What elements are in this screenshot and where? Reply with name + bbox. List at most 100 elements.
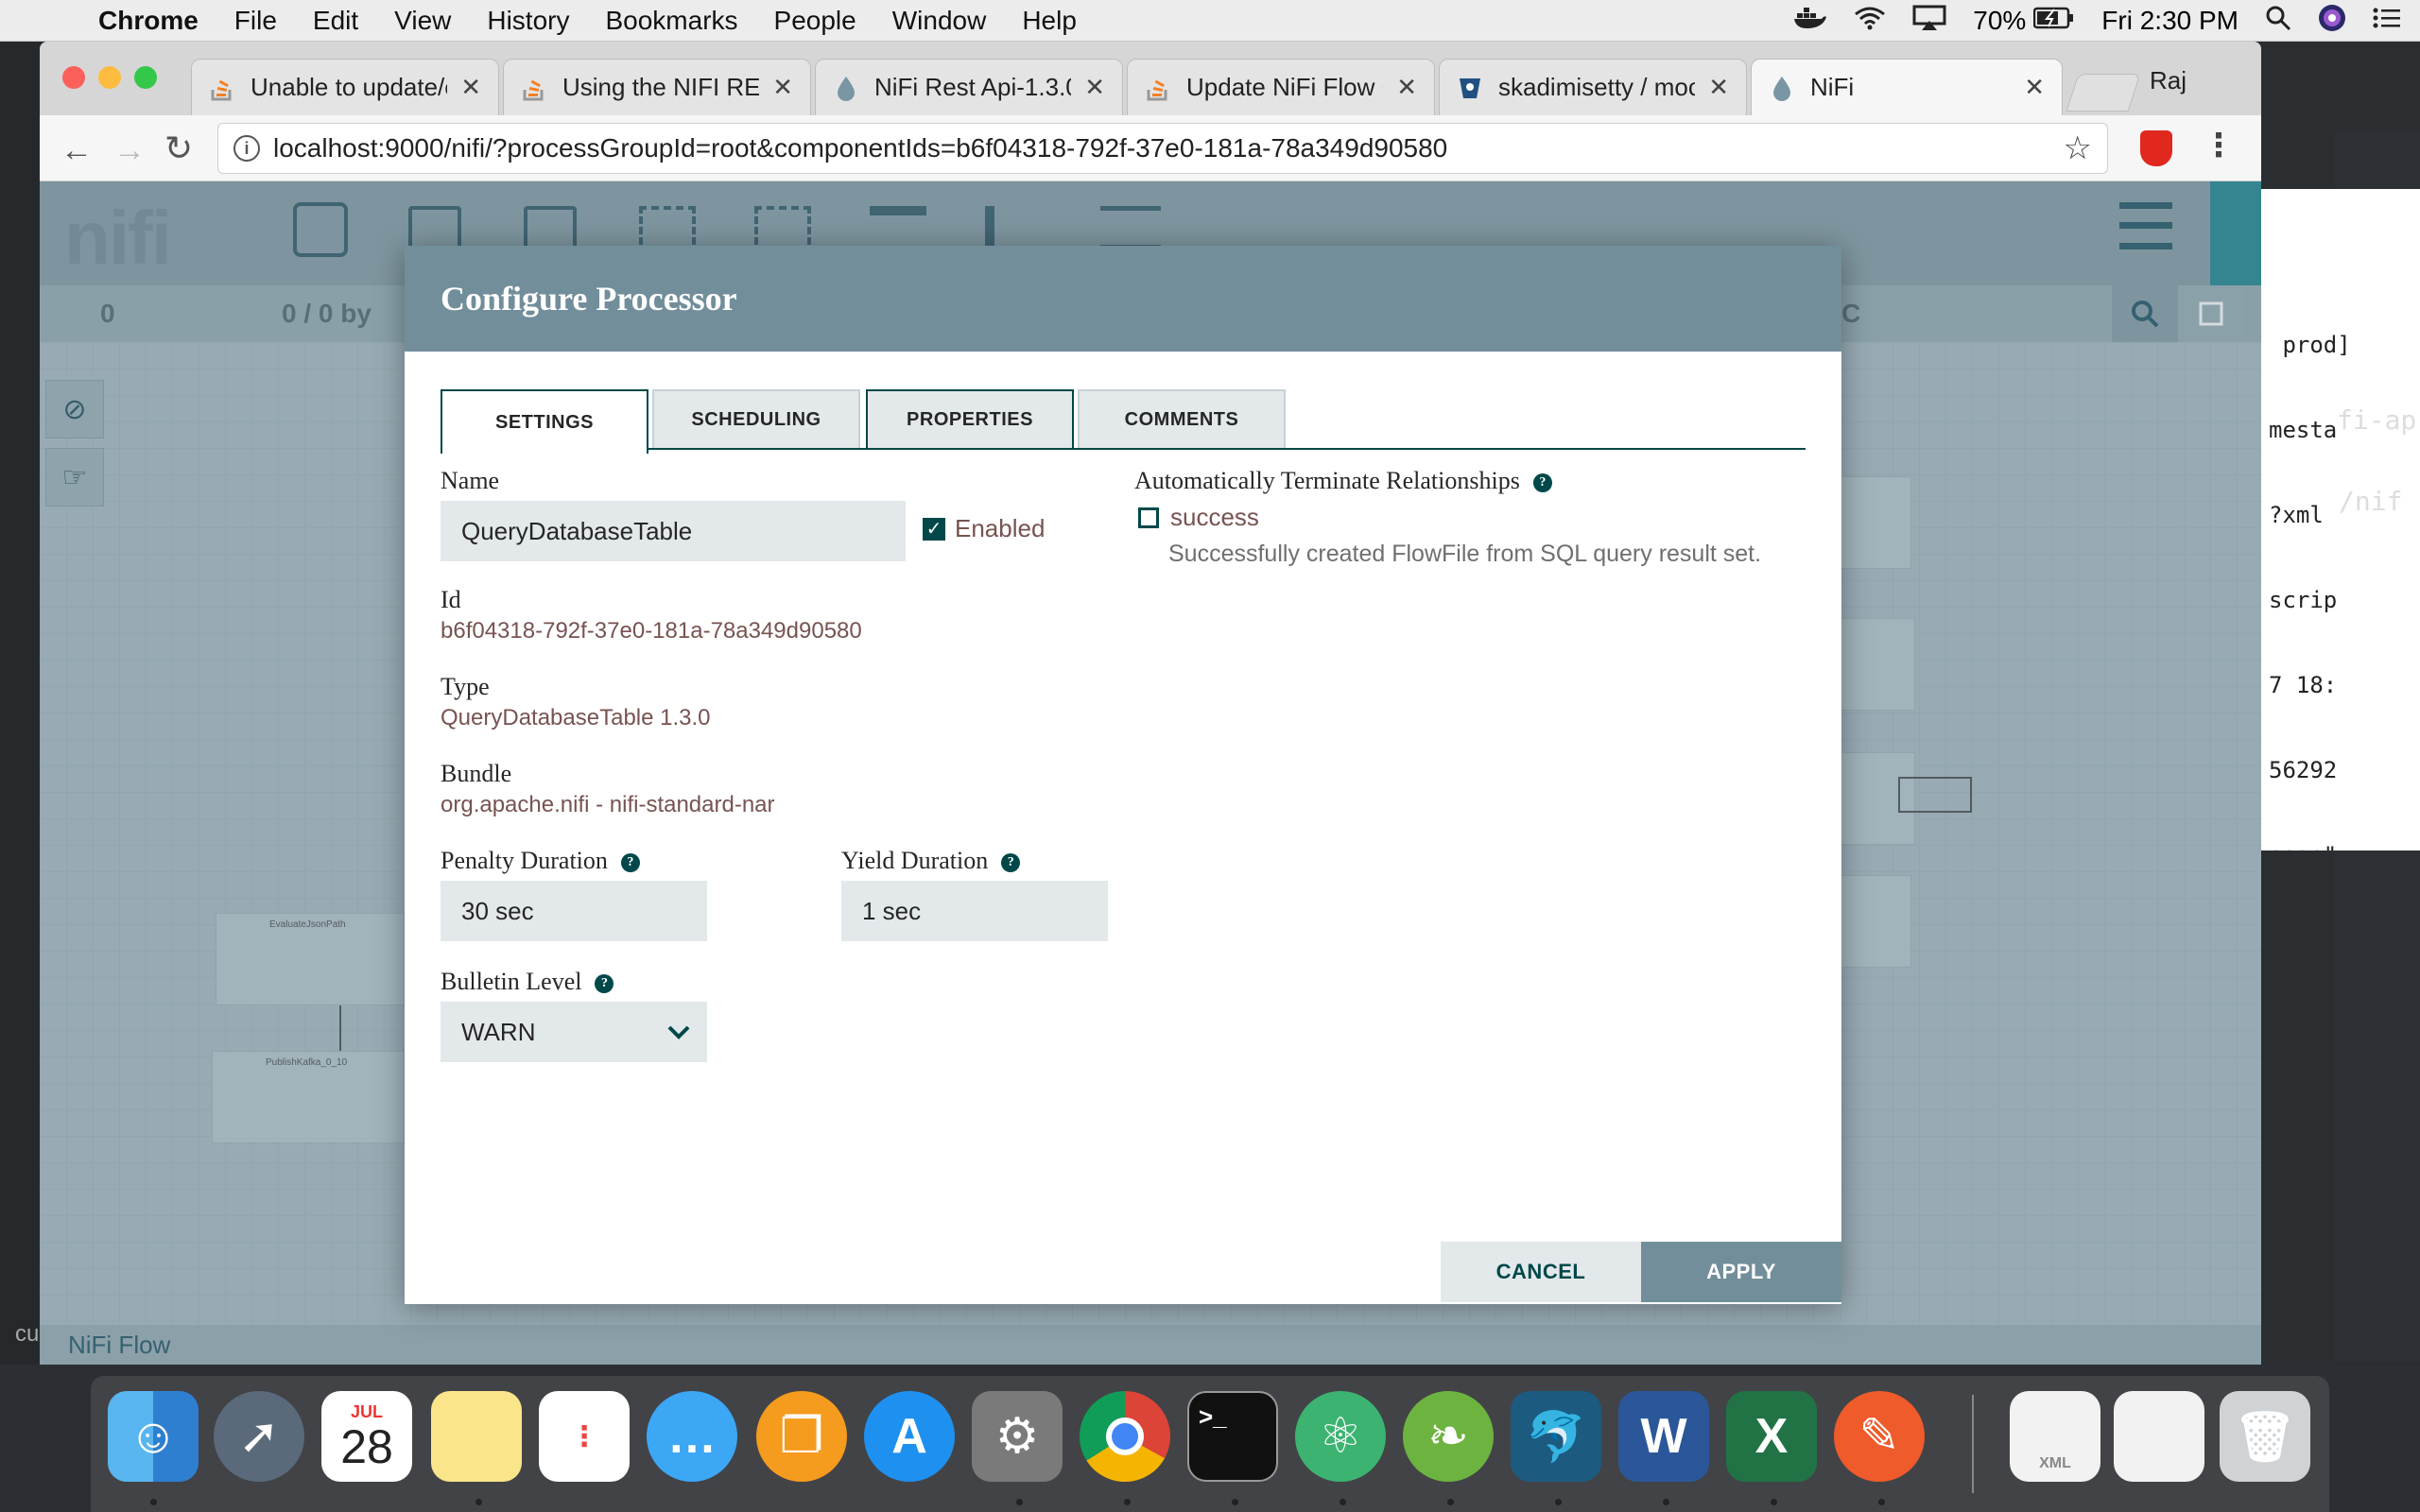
spring-icon[interactable]: ❧ (1403, 1391, 1494, 1482)
chrome-menu-icon[interactable]: ⋮ (2203, 127, 2235, 164)
running-indicator (1555, 1499, 1562, 1505)
chevron-down-icon (667, 1025, 690, 1040)
menu-help[interactable]: Help (1022, 6, 1077, 36)
terminal-line: prod] (2269, 332, 2351, 358)
excel-icon[interactable]: X (1726, 1391, 1817, 1482)
tab-comments[interactable]: COMMENTS (1078, 389, 1286, 450)
tab-close-icon[interactable]: ✕ (772, 73, 793, 102)
help-icon[interactable]: ? (595, 974, 614, 994)
browser-tab[interactable]: NiFi Rest Api-1.3.0 ✕ (815, 59, 1123, 115)
browser-tab-active[interactable]: NiFi ✕ (1751, 59, 2063, 115)
window-zoom-button[interactable] (134, 66, 157, 89)
atom-icon[interactable]: ⚛ (1295, 1391, 1386, 1482)
window-minimize-button[interactable] (98, 66, 121, 89)
menu-extras: 70% Fri 2:30 PM (1793, 0, 2401, 42)
menu-app-name[interactable]: Chrome (98, 6, 199, 36)
tab-close-icon[interactable]: ✕ (460, 73, 481, 102)
nifi-drop-icon (833, 75, 859, 101)
running-indicator (475, 1499, 482, 1505)
tab-close-icon[interactable]: ✕ (2024, 73, 2045, 102)
notes-icon[interactable] (431, 1391, 522, 1482)
enabled-checkbox-row[interactable]: ✓ Enabled (923, 514, 1045, 543)
browser-tab[interactable]: Using the NIFI REST ✕ (503, 59, 811, 115)
tab-properties[interactable]: PROPERTIES (866, 389, 1074, 450)
yield-duration-label: Yield Duration? (841, 847, 1021, 875)
stackoverflow-icon (1145, 75, 1171, 101)
tab-close-icon[interactable]: ✕ (1396, 73, 1417, 102)
battery-icon[interactable] (2033, 6, 2075, 36)
messages-icon[interactable]: … (647, 1391, 737, 1482)
profile-name[interactable]: Raj (2150, 66, 2187, 95)
running-indicator (1124, 1499, 1131, 1505)
chrome-dock-icon[interactable] (1080, 1391, 1170, 1482)
tab-scheduling[interactable]: SCHEDULING (652, 389, 860, 450)
launchpad-icon[interactable]: ➚ (214, 1391, 304, 1482)
back-arrow-icon[interactable]: ← (60, 132, 93, 169)
help-icon[interactable]: ? (1532, 473, 1552, 493)
finder-icon[interactable]: ☺ (108, 1391, 199, 1482)
tab-title: NiFi (1810, 73, 1855, 101)
ibooks-icon[interactable]: ❐ (756, 1391, 847, 1482)
configure-processor-dialog: Configure Processor SETTINGS SCHEDULING … (405, 246, 1841, 1304)
trash-icon[interactable]: 🗑 (2220, 1391, 2310, 1482)
calendar-icon[interactable]: JUL 28 (321, 1391, 412, 1482)
reminders-icon[interactable]: ⋮ (539, 1391, 630, 1482)
tab-close-icon[interactable]: ✕ (1084, 73, 1105, 102)
browser-tab[interactable]: skadimisetty / mock ✕ (1439, 59, 1747, 115)
docker-icon[interactable] (1793, 6, 1827, 37)
menu-file[interactable]: File (234, 6, 277, 36)
notification-center-icon[interactable] (2373, 6, 2401, 36)
forward-arrow-icon[interactable]: → (113, 132, 146, 169)
editor-text-fragment: fi-ap (2337, 404, 2417, 436)
menu-people[interactable]: People (774, 6, 856, 36)
siri-icon[interactable] (2318, 4, 2346, 39)
address-bar[interactable]: i localhost:9000/nifi/?processGroupId=ro… (217, 123, 2108, 174)
xml-file-icon[interactable]: XML (2010, 1391, 2100, 1482)
relationship-name: success (1170, 503, 1259, 531)
browser-tab[interactable]: Unable to update/e ✕ (191, 59, 499, 115)
app-store-icon[interactable]: A (864, 1391, 955, 1482)
reload-icon[interactable]: ↻ (164, 129, 193, 168)
mysql-workbench-icon[interactable]: 🐬 (1511, 1391, 1601, 1482)
menu-view[interactable]: View (394, 6, 451, 36)
window-close-button[interactable] (62, 66, 85, 89)
calendar-day: 28 (340, 1419, 393, 1473)
help-icon[interactable]: ? (1001, 853, 1021, 873)
browser-toolbar: ← → ↻ i localhost:9000/nifi/?processGrou… (40, 115, 2261, 181)
penalty-duration-input[interactable]: 30 sec (441, 881, 707, 941)
info-icon[interactable]: i (233, 135, 260, 162)
cancel-button[interactable]: CANCEL (1441, 1242, 1641, 1302)
menu-bookmarks[interactable]: Bookmarks (605, 6, 737, 36)
name-input[interactable]: QueryDatabaseTable (441, 501, 906, 561)
tab-title: Update NiFi Flow O (1186, 73, 1384, 101)
tab-close-icon[interactable]: ✕ (1708, 73, 1729, 102)
menu-clock[interactable]: Fri 2:30 PM (2101, 6, 2238, 36)
success-checkbox[interactable] (1138, 507, 1159, 528)
screenshot-file-icon[interactable] (2114, 1391, 2204, 1482)
relationship-checkbox-row[interactable]: success (1138, 503, 1259, 532)
menu-window[interactable]: Window (892, 6, 987, 36)
spotlight-search-icon[interactable] (2265, 5, 2291, 38)
word-icon[interactable]: W (1618, 1391, 1709, 1482)
help-icon[interactable]: ? (620, 853, 640, 873)
terminal-icon[interactable]: >_ (1187, 1391, 1278, 1482)
airplay-icon[interactable] (1912, 5, 1946, 38)
apply-button[interactable]: APPLY (1641, 1242, 1841, 1302)
adblock-extension-icon[interactable] (2140, 130, 2172, 166)
wifi-icon[interactable] (1854, 6, 1886, 37)
bookmark-star-icon[interactable]: ☆ (2064, 129, 2092, 167)
browser-tab[interactable]: Update NiFi Flow O ✕ (1127, 59, 1435, 115)
menu-history[interactable]: History (487, 6, 569, 36)
running-indicator (1771, 1499, 1777, 1505)
enabled-checkbox[interactable]: ✓ (923, 517, 945, 541)
bulletin-level-text: Bulletin Level (441, 968, 582, 995)
dock-separator (1972, 1395, 1974, 1493)
bulletin-level-select[interactable]: WARN (441, 1002, 707, 1062)
system-preferences-icon[interactable]: ⚙ (972, 1391, 1063, 1482)
menu-edit[interactable]: Edit (313, 6, 358, 36)
new-tab-button[interactable] (2066, 74, 2141, 112)
active-tab-gap (442, 448, 647, 452)
yield-duration-input[interactable]: 1 sec (841, 881, 1108, 941)
tab-settings[interactable]: SETTINGS (441, 389, 648, 454)
postman-icon[interactable]: ✎ (1834, 1391, 1925, 1482)
